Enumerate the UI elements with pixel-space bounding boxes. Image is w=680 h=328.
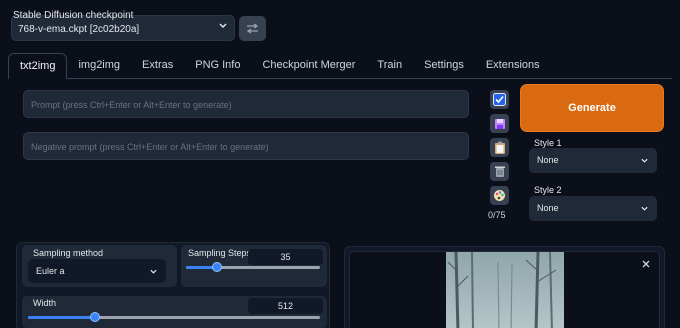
slider-fill [28, 316, 96, 319]
prompt-input[interactable]: Prompt (press Ctrl+Enter or Alt+Enter to… [23, 90, 469, 118]
sampling-method-dropdown[interactable]: Euler a [28, 259, 166, 283]
checkpoint-label: Stable Diffusion checkpoint [13, 10, 134, 21]
trash-button[interactable] [490, 162, 509, 181]
checkbox-icon [493, 93, 506, 106]
chevron-down-icon [219, 23, 227, 28]
token-counter: 0/75 [488, 210, 506, 220]
tab-bar: txt2img img2img Extras PNG Info Checkpoi… [8, 53, 551, 79]
checkbox-button[interactable] [490, 90, 509, 109]
style1-dropdown[interactable]: None [529, 148, 657, 173]
clipboard-icon [494, 141, 505, 154]
style1-value: None [537, 155, 559, 165]
generated-image[interactable] [446, 252, 564, 328]
prompt-panel: Prompt (press Ctrl+Enter or Alt+Enter to… [10, 79, 480, 175]
sampling-method-value: Euler a [36, 266, 65, 276]
sampling-steps-slider[interactable] [186, 262, 320, 274]
checkpoint-value: 768-v-ema.ckpt [2c02b20a] [18, 24, 140, 35]
style1-label: Style 1 [534, 138, 562, 148]
tab-png-info[interactable]: PNG Info [184, 53, 251, 79]
sampling-method-label: Sampling method [33, 248, 104, 258]
refresh-button[interactable] [239, 16, 266, 41]
chevron-down-icon [150, 269, 157, 274]
refresh-icon [246, 23, 259, 34]
save-button[interactable] [490, 114, 509, 133]
tab-settings[interactable]: Settings [413, 53, 475, 79]
palette-button[interactable] [490, 186, 509, 205]
tab-extensions[interactable]: Extensions [475, 53, 551, 79]
close-icon[interactable] [641, 259, 651, 269]
chevron-down-icon [641, 158, 648, 163]
generate-button[interactable]: Generate [520, 84, 664, 132]
tab-train[interactable]: Train [366, 53, 413, 79]
style2-value: None [537, 203, 559, 213]
style2-label: Style 2 [534, 185, 562, 195]
trash-icon [494, 166, 505, 177]
tab-txt2img[interactable]: txt2img [8, 53, 68, 79]
negative-prompt-input[interactable]: Negative prompt (press Ctrl+Enter or Alt… [23, 132, 469, 160]
width-label: Width [33, 298, 57, 308]
tab-checkpoint-merger[interactable]: Checkpoint Merger [251, 53, 366, 79]
sampling-steps-label: Sampling Steps [188, 248, 252, 258]
slider-handle[interactable] [211, 262, 222, 272]
tab-extras[interactable]: Extras [131, 53, 184, 79]
save-icon [494, 118, 505, 129]
width-slider[interactable] [28, 312, 320, 324]
tab-img2img[interactable]: img2img [67, 53, 131, 79]
slider-handle[interactable] [90, 312, 101, 322]
clipboard-button[interactable] [490, 138, 509, 157]
palette-icon [494, 190, 505, 201]
style2-dropdown[interactable]: None [529, 196, 657, 221]
chevron-down-icon [641, 206, 648, 211]
